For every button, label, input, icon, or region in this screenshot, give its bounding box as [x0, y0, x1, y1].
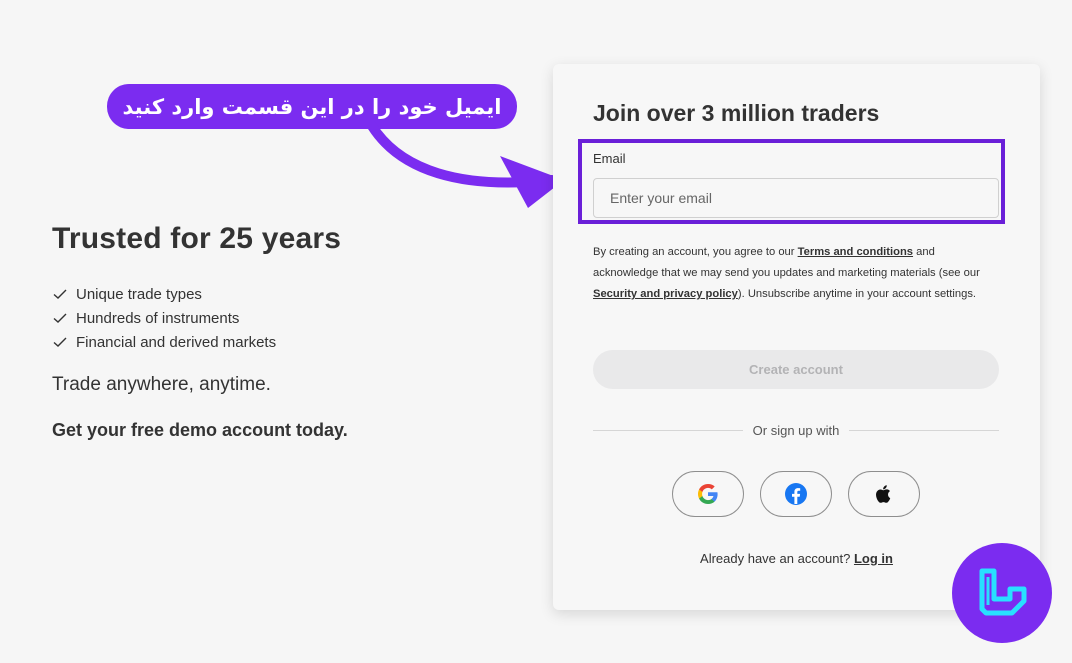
feature-label: Financial and derived markets [76, 333, 277, 351]
create-account-button[interactable]: Create account [593, 350, 999, 389]
facebook-icon [785, 483, 807, 505]
divider-line [849, 429, 1000, 431]
feature-item: Financial and derived markets [52, 330, 492, 354]
login-prompt: Already have an account? [700, 551, 854, 566]
terms-text: By creating an account, you agree to our… [593, 242, 1003, 305]
feature-list: Unique trade types Hundreds of instrumen… [52, 282, 492, 354]
feature-label: Hundreds of instruments [76, 309, 240, 327]
social-divider: Or sign up with [593, 422, 1000, 438]
brand-logo-icon [952, 543, 1052, 643]
check-icon [53, 289, 67, 299]
terms-pre: By creating an account, you agree to our [593, 246, 798, 258]
promo-title: Trusted for 25 years [52, 222, 342, 255]
annotation-text: ایمیل خود را در این قسمت وارد کنید [122, 94, 502, 119]
apple-signup-button[interactable] [848, 471, 920, 517]
check-icon [53, 337, 67, 347]
promo-cta: Get your free demo account today. [52, 420, 348, 440]
social-buttons [672, 471, 920, 517]
email-label: Email [593, 151, 626, 166]
privacy-link[interactable]: Security and privacy policy [593, 288, 738, 300]
divider-text: Or sign up with [752, 422, 840, 438]
google-icon [698, 484, 718, 504]
terms-link[interactable]: Terms and conditions [798, 246, 913, 258]
signup-card: Join over 3 million traders Email By cre… [553, 64, 1040, 610]
promo-section: Trusted for 25 years Unique trade types … [52, 222, 492, 441]
feature-item: Unique trade types [52, 282, 492, 306]
feature-label: Unique trade types [76, 285, 202, 303]
google-signup-button[interactable] [672, 471, 744, 517]
feature-item: Hundreds of instruments [52, 306, 492, 330]
facebook-signup-button[interactable] [760, 471, 832, 517]
promo-tagline: Trade anywhere, anytime. [52, 374, 271, 395]
apple-icon [876, 485, 891, 503]
divider-line [593, 429, 743, 431]
login-link[interactable]: Log in [854, 551, 893, 566]
terms-post: ). Unsubscribe anytime in your account s… [737, 288, 977, 300]
check-icon [53, 313, 67, 323]
email-input[interactable] [593, 178, 999, 218]
signup-title: Join over 3 million traders [593, 100, 880, 126]
